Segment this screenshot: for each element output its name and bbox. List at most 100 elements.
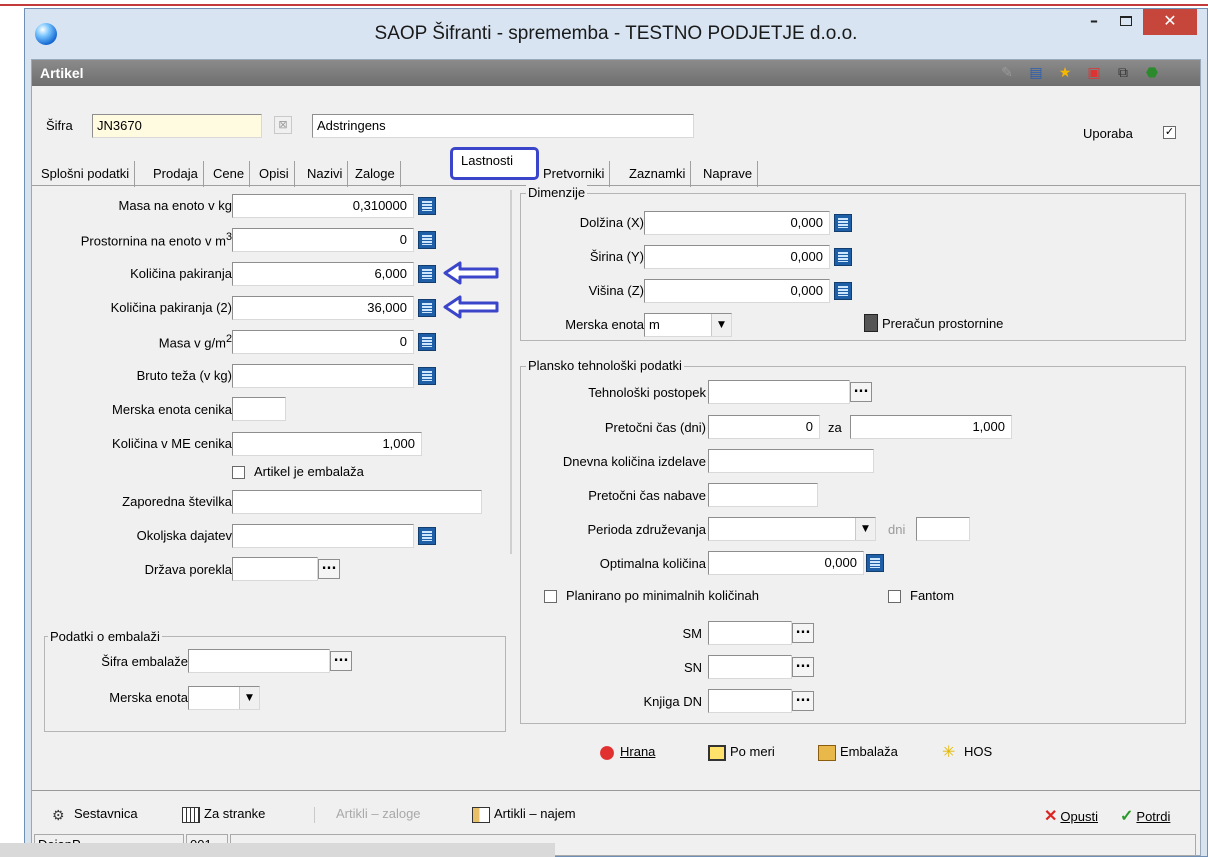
opusti-button[interactable]: ✕ Opusti xyxy=(1044,806,1098,826)
embalaza-checkbox[interactable] xyxy=(232,466,245,479)
nabave-label: Pretočni čas nabave xyxy=(588,488,706,503)
ruler-icon xyxy=(708,744,726,761)
sm-label: SM xyxy=(682,626,703,641)
calculator-icon[interactable] xyxy=(834,248,852,266)
postopek-browse-button[interactable]: ... xyxy=(850,382,872,402)
annotation-arrow-icon xyxy=(443,295,499,319)
annotation-arrow-icon xyxy=(443,261,499,285)
tab-zaloge[interactable]: Zaloge xyxy=(350,161,401,187)
edit-note-icon[interactable]: ✎ xyxy=(998,64,1016,82)
export-icon[interactable]: ⬣ xyxy=(1143,64,1161,82)
masagm-field[interactable]: 0 xyxy=(232,330,414,354)
sifra-field[interactable]: JN3670 xyxy=(92,114,262,138)
tab-naprave[interactable]: Naprave xyxy=(698,161,759,187)
delete-document-icon[interactable]: ▣ xyxy=(1085,64,1103,82)
form-content: Artikel ✎ ▤ ★ ▣ ⧉ ⬣ Šifra JN3670 ⊠ Adstr… xyxy=(31,59,1201,856)
sifra-embalaze-field[interactable] xyxy=(188,649,330,673)
chevron-down-icon[interactable]: ▼ xyxy=(711,314,731,336)
title-bar[interactable]: SAOP Šifranti - sprememba - TESTNO PODJE… xyxy=(25,9,1207,59)
dni-field[interactable] xyxy=(916,517,970,541)
dni-label: dni xyxy=(888,522,906,537)
calculator-icon[interactable] xyxy=(834,214,852,232)
kolicina-me-field[interactable]: 1,000 xyxy=(232,432,422,456)
calculator-icon[interactable] xyxy=(418,527,436,545)
kolicina2-field[interactable]: 36,000 xyxy=(232,296,414,320)
kolicina-field[interactable]: 6,000 xyxy=(232,262,414,286)
okoljska-field[interactable] xyxy=(232,524,414,548)
dolzina-label: Dolžina (X) xyxy=(579,215,644,230)
copy-icon[interactable]: ⧉ xyxy=(1114,64,1132,82)
embalaza-button[interactable]: Embalaža xyxy=(818,744,898,761)
dnevna-field[interactable] xyxy=(708,449,874,473)
calculator-icon[interactable] xyxy=(418,197,436,215)
artikli-zaloge-button[interactable]: Artikli – zaloge xyxy=(314,806,421,823)
artikli-najem-button[interactable]: Artikli – najem xyxy=(472,806,576,823)
tab-lastnosti[interactable]: Lastnosti xyxy=(456,148,518,174)
za-field[interactable]: 1,000 xyxy=(850,415,1012,439)
potrdi-button[interactable]: ✓ Potrdi xyxy=(1120,806,1170,826)
tab-prodaja[interactable]: Prodaja xyxy=(148,161,204,187)
name-field[interactable]: Adstringens xyxy=(312,114,694,138)
lookup-icon[interactable]: ⊠ xyxy=(274,116,292,134)
optimalna-field[interactable]: 0,000 xyxy=(708,551,864,575)
sm-field[interactable] xyxy=(708,621,792,645)
tab-cene[interactable]: Cene xyxy=(208,161,251,187)
window-title: SAOP Šifranti - sprememba - TESTNO PODJE… xyxy=(374,23,858,44)
chevron-down-icon[interactable]: ▼ xyxy=(239,687,259,709)
postopek-field[interactable] xyxy=(708,380,850,404)
horizontal-scrollbar[interactable] xyxy=(0,843,555,857)
tab-zaznamki[interactable]: Zaznamki xyxy=(624,161,692,187)
tab-nazivi[interactable]: Nazivi xyxy=(302,161,349,187)
merska-cenika-field[interactable] xyxy=(232,397,286,421)
pomeri-button[interactable]: Po meri xyxy=(708,744,775,761)
calculator-icon[interactable] xyxy=(834,282,852,300)
list-icon[interactable]: ▤ xyxy=(1027,64,1045,82)
masa-field[interactable]: 0,310000 xyxy=(232,194,414,218)
dimenzije-title: Dimenzije xyxy=(526,185,588,200)
preracun-button[interactable]: Preračun prostornine xyxy=(882,316,1003,331)
zaporedna-field[interactable] xyxy=(232,490,482,514)
minimize-button[interactable]: – xyxy=(1079,9,1109,35)
calculator-icon[interactable] xyxy=(418,231,436,249)
fantom-label: Fantom xyxy=(910,588,955,603)
pretocni-field[interactable]: 0 xyxy=(708,415,820,439)
calculator-small-icon[interactable] xyxy=(864,314,878,332)
uporaba-checkbox[interactable]: ✓ xyxy=(1163,126,1176,139)
fantom-checkbox[interactable] xyxy=(888,590,901,603)
sn-field[interactable] xyxy=(708,655,792,679)
visina-field[interactable]: 0,000 xyxy=(644,279,830,303)
maximize-button[interactable] xyxy=(1111,9,1141,35)
zastranke-button[interactable]: Za stranke xyxy=(182,806,265,823)
left-panel-scrollbar[interactable] xyxy=(510,190,512,554)
perioda-label: Perioda združevanja xyxy=(587,522,706,537)
nabave-field[interactable] xyxy=(708,483,818,507)
hrana-button[interactable]: Hrana xyxy=(598,744,655,761)
planirano-checkbox[interactable] xyxy=(544,590,557,603)
sirina-field[interactable]: 0,000 xyxy=(644,245,830,269)
sirina-label: Širina (Y) xyxy=(589,249,644,264)
sestavnica-button[interactable]: ⚙ Sestavnica xyxy=(52,806,138,823)
tab-pretvorniki[interactable]: Pretvorniki xyxy=(538,161,611,187)
calculator-icon[interactable] xyxy=(418,265,436,283)
calculator-icon[interactable] xyxy=(418,299,436,317)
calculator-icon[interactable] xyxy=(866,554,884,572)
sn-browse-button[interactable]: ... xyxy=(792,657,814,677)
drzava-browse-button[interactable]: ... xyxy=(318,559,340,579)
perioda-select[interactable] xyxy=(708,517,876,541)
calculator-icon[interactable] xyxy=(418,333,436,351)
bruto-field[interactable] xyxy=(232,364,414,388)
calculator-icon[interactable] xyxy=(418,367,436,385)
prostornina-field[interactable]: 0 xyxy=(232,228,414,252)
tab-splosni-podatki[interactable]: Splošni podatki xyxy=(36,161,136,187)
sm-browse-button[interactable]: ... xyxy=(792,623,814,643)
knjiga-browse-button[interactable]: ... xyxy=(792,691,814,711)
star-icon[interactable]: ★ xyxy=(1056,64,1074,82)
drzava-field[interactable] xyxy=(232,557,318,581)
dolzina-field[interactable]: 0,000 xyxy=(644,211,830,235)
sifra-embalaze-browse-button[interactable]: ... xyxy=(330,651,352,671)
close-button[interactable]: ✕ xyxy=(1143,9,1197,35)
hos-button[interactable]: ✳ HOS xyxy=(942,744,992,761)
chevron-down-icon[interactable]: ▼ xyxy=(855,518,875,540)
tab-opisi[interactable]: Opisi xyxy=(254,161,295,187)
knjiga-field[interactable] xyxy=(708,689,792,713)
